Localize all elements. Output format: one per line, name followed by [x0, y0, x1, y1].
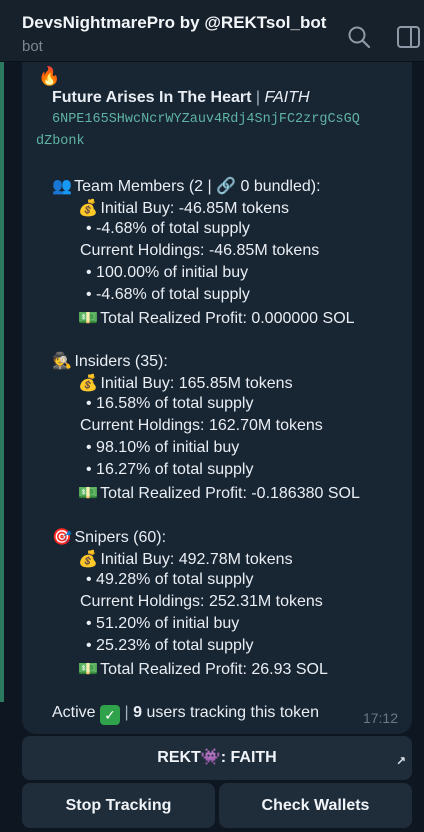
- snipers-initial-pct: • 49.28% of total supply: [86, 571, 254, 588]
- money-icon: 💵: [78, 661, 98, 678]
- insiders-initial-buy-line: 💰 Initial Buy: 165.85M tokens: [78, 373, 293, 393]
- money-icon: 💵: [78, 485, 98, 502]
- token-address-line2[interactable]: dZbonk: [36, 134, 85, 149]
- target-icon: 🎯: [52, 529, 72, 546]
- chat-title[interactable]: DevsNightmarePro by @REKTsol_bot: [22, 13, 326, 33]
- users-count: 9: [133, 704, 142, 721]
- team-icon: 👥: [52, 178, 72, 195]
- snipers-profit-line: 💵 Total Realized Profit: 26.93 SOL: [78, 659, 328, 679]
- insiders-profit: Total Realized Profit: -0.186380 SOL: [100, 485, 360, 502]
- message-time: 17:12: [362, 710, 398, 726]
- team-profit: Total Realized Profit: 0.000000 SOL: [100, 310, 355, 327]
- money-bag-icon: 💰: [78, 375, 98, 392]
- team-initial-pct: • -4.68% of total supply: [86, 220, 250, 237]
- snipers-current-pct-initial: • 51.20% of initial buy: [86, 615, 240, 632]
- status-suffix: users tracking this token: [146, 704, 319, 721]
- snipers-current-holdings: Current Holdings: 252.31M tokens: [80, 593, 323, 610]
- team-initial-buy-line: 💰 Initial Buy: -46.85M tokens: [78, 198, 289, 218]
- message-accent-line: [0, 62, 4, 702]
- money-bag-icon: 💰: [78, 200, 98, 217]
- sidebar-toggle-icon[interactable]: [396, 24, 422, 50]
- snipers-profit: Total Realized Profit: 26.93 SOL: [100, 661, 328, 678]
- insiders-profit-line: 💵 Total Realized Profit: -0.186380 SOL: [78, 483, 360, 503]
- token-address-line1[interactable]: 6NPE165SHwcNcrWYZauv4Rdj4SnjFC2zrgCsGQ: [52, 112, 360, 127]
- team-initial-buy: Initial Buy: -46.85M tokens: [100, 200, 289, 217]
- message-bubble: 🔥 Future Arises In The Heart | FAITH 6NP…: [22, 62, 412, 734]
- token-name: Future Arises In The Heart: [52, 89, 252, 106]
- snipers-current-pct-total: • 25.23% of total supply: [86, 637, 254, 654]
- check-mark-icon: ✓: [100, 705, 121, 725]
- snipers-initial-buy: Initial Buy: 492.78M tokens: [100, 551, 293, 568]
- fire-emoji: 🔥: [38, 66, 61, 86]
- insiders-initial-buy: Initial Buy: 165.85M tokens: [100, 375, 293, 392]
- title-separator: |: [255, 89, 261, 106]
- snipers-heading-line: 🎯 Snipers (60):: [52, 527, 166, 547]
- stop-tracking-button[interactable]: Stop Tracking: [22, 783, 215, 828]
- team-current-pct-total: • -4.68% of total supply: [86, 286, 250, 303]
- token-title-line: Future Arises In The Heart | FAITH: [52, 89, 310, 107]
- external-link-icon: ↗: [395, 754, 406, 768]
- team-profit-line: 💵 Total Realized Profit: 0.000000 SOL: [78, 308, 355, 328]
- team-heading-line: 👥 Team Members (2 | 🔗 0 bundled):: [52, 176, 321, 196]
- detective-icon: 🕵: [52, 353, 72, 370]
- money-bag-icon: 💰: [78, 551, 98, 568]
- chat-header: DevsNightmarePro by @REKTsol_bot bot: [0, 0, 424, 62]
- insiders-heading: Insiders (35):: [74, 353, 168, 370]
- rekt-faith-button[interactable]: REKT👾: FAITH ↗: [22, 736, 412, 780]
- team-current-holdings: Current Holdings: -46.85M tokens: [80, 242, 320, 259]
- chat-subtitle: bot: [22, 38, 43, 55]
- snipers-heading: Snipers (60):: [74, 529, 167, 546]
- snipers-initial-buy-line: 💰 Initial Buy: 492.78M tokens: [78, 549, 293, 569]
- status-prefix: Active: [52, 704, 96, 721]
- money-icon: 💵: [78, 310, 98, 327]
- tracking-status-line: Active ✓ | 9 users tracking this token: [52, 704, 319, 725]
- check-wallets-button[interactable]: Check Wallets: [219, 783, 412, 828]
- team-current-pct-initial: • 100.00% of initial buy: [86, 264, 249, 281]
- insiders-current-pct-initial: • 98.10% of initial buy: [86, 439, 240, 456]
- insiders-current-pct-total: • 16.27% of total supply: [86, 461, 254, 478]
- team-heading: Team Members (2 | 🔗 0 bundled):: [74, 178, 321, 195]
- insiders-current-holdings: Current Holdings: 162.70M tokens: [80, 417, 323, 434]
- search-icon[interactable]: [346, 24, 372, 50]
- insiders-initial-pct: • 16.58% of total supply: [86, 395, 254, 412]
- rekt-faith-label: REKT👾: FAITH: [157, 749, 277, 766]
- token-ticker: FAITH: [264, 89, 310, 106]
- insiders-heading-line: 🕵 Insiders (35):: [52, 351, 168, 371]
- status-separator: |: [124, 704, 129, 721]
